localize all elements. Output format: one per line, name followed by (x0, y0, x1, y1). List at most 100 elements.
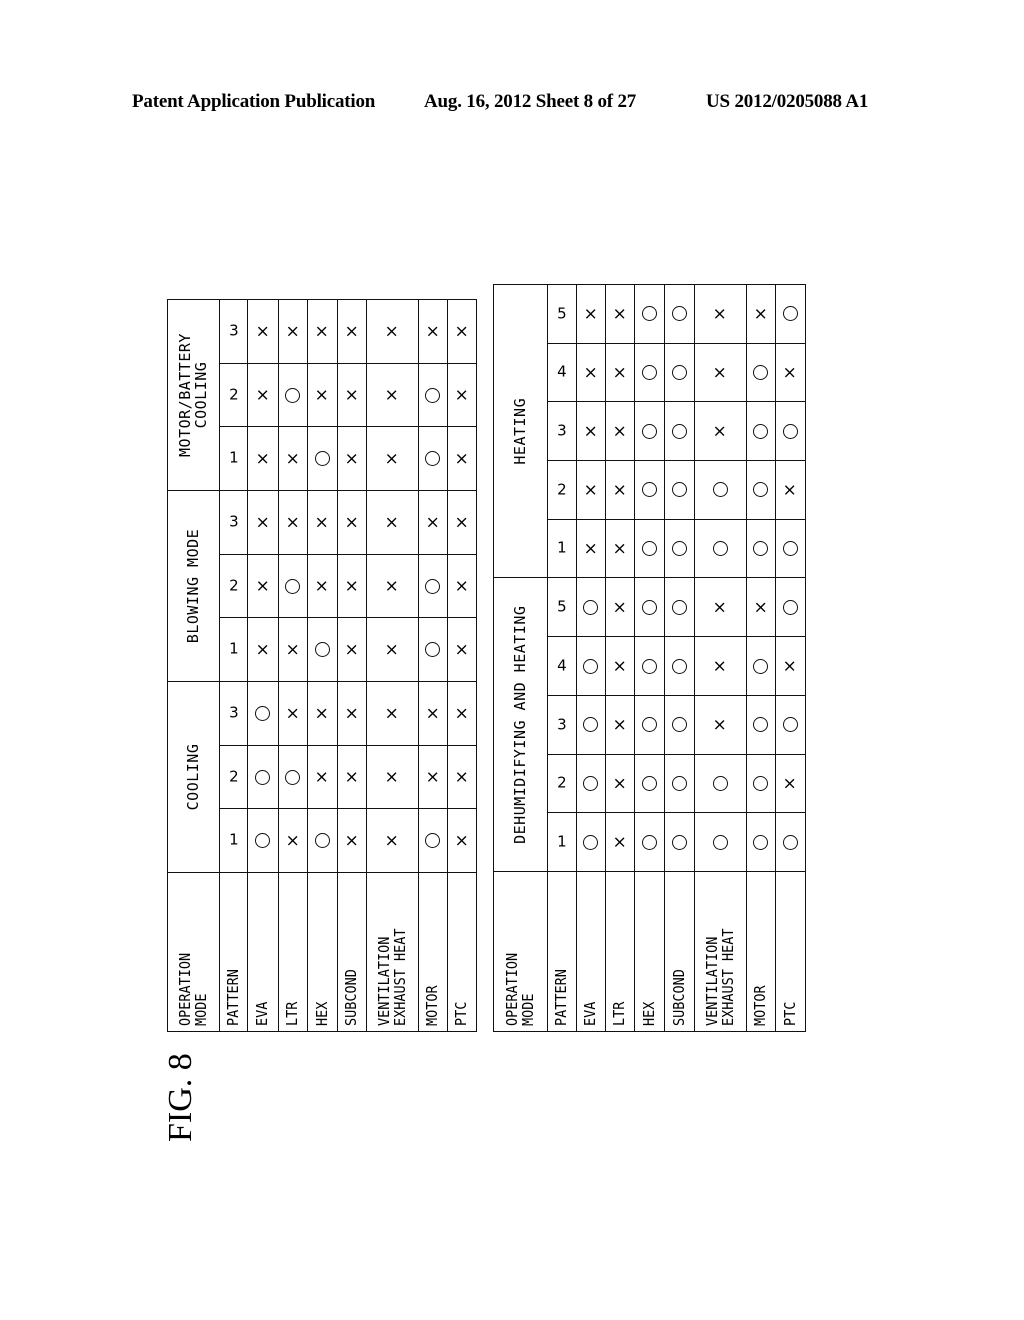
status-cell: × (447, 554, 477, 618)
status-cell: × (366, 808, 419, 873)
mode-header-blowing-mode: BLOWING MODE (167, 490, 220, 682)
off-cross-icon: × (341, 769, 362, 785)
on-circle-icon (753, 658, 769, 674)
off-cross-icon: × (451, 515, 472, 530)
status-cell: × (418, 745, 448, 809)
row-label-hex: HEX (634, 887, 665, 1032)
off-cross-icon: × (312, 387, 332, 403)
status-cell: × (307, 363, 338, 427)
on-circle-icon (671, 541, 687, 557)
status-cell: × (576, 401, 606, 461)
status-cell: × (247, 554, 279, 618)
off-cross-icon: × (451, 387, 472, 403)
on-circle-icon (285, 769, 301, 785)
off-cross-icon: × (609, 835, 630, 850)
off-cross-icon: × (710, 306, 730, 321)
status-cell: × (576, 460, 606, 520)
on-circle-icon (753, 423, 769, 439)
status-cell: × (418, 299, 448, 364)
on-circle-icon (712, 541, 728, 557)
status-cell: × (605, 812, 635, 872)
off-cross-icon: × (382, 578, 402, 594)
on-circle-icon (255, 705, 271, 721)
off-cross-icon: × (580, 424, 601, 439)
on-circle-icon (712, 775, 728, 791)
status-cell: × (576, 284, 606, 344)
off-cross-icon: × (451, 833, 472, 848)
status-cell: × (447, 490, 477, 555)
status-cell: × (694, 343, 747, 402)
on-circle-icon (641, 658, 657, 674)
status-cell (307, 808, 338, 873)
status-cell: × (775, 343, 806, 402)
on-circle-icon (782, 306, 798, 322)
table-row: EVA × × × × × × (247, 299, 279, 1032)
row-label-subcond: SUBCOND (664, 887, 695, 1032)
status-cell (576, 812, 606, 872)
status-cell (775, 401, 806, 461)
on-circle-icon (583, 658, 599, 674)
status-cell (664, 578, 695, 637)
status-cell (307, 617, 338, 682)
status-cell: × (278, 490, 308, 555)
row-label-pattern: PATTERN (547, 887, 577, 1032)
publication-type: Patent Application Publication (132, 91, 376, 112)
pattern-number: 3 (219, 299, 248, 364)
off-cross-icon: × (282, 833, 303, 848)
pattern-number: 5 (547, 578, 577, 637)
status-cell (746, 519, 776, 578)
row-label-ptc: PTC (775, 887, 806, 1032)
operation-mode-row: OPERATION MODE COOLING BLOWING MODE MOTOR/BA… (167, 299, 220, 1032)
status-cell: × (775, 754, 806, 813)
row-label-ventilation-exhaust-heat: VENTILATION EXHAUST HEAT (694, 887, 747, 1032)
pattern-number: 3 (547, 695, 577, 755)
status-cell (664, 636, 695, 696)
on-circle-icon (641, 834, 657, 850)
table-row: SUBCOND (664, 284, 695, 1032)
on-circle-icon (671, 482, 687, 498)
off-cross-icon: × (252, 324, 273, 339)
off-cross-icon: × (341, 578, 362, 594)
off-cross-icon: × (451, 578, 472, 594)
status-cell: × (307, 299, 338, 364)
mode-header-motor-battery-cooling: MOTOR/BATTERY COOLING (167, 299, 220, 491)
off-cross-icon: × (312, 706, 332, 721)
off-cross-icon: × (710, 600, 730, 615)
off-cross-icon: × (382, 706, 402, 721)
status-cell (278, 554, 308, 618)
status-cell: × (278, 808, 308, 873)
status-cell: × (337, 490, 367, 555)
status-cell (576, 695, 606, 755)
pattern-number: 1 (219, 617, 248, 682)
table-row: LTR × × × × × × (278, 299, 308, 1032)
status-cell (634, 812, 665, 872)
on-circle-icon (712, 834, 728, 850)
row-label-eva: EVA (247, 888, 279, 1032)
off-cross-icon: × (382, 833, 402, 848)
mode-header-heating: HEATING (493, 284, 548, 578)
off-cross-icon: × (609, 482, 630, 498)
status-cell (278, 363, 308, 427)
status-cell (775, 695, 806, 755)
on-circle-icon (671, 775, 687, 791)
off-cross-icon: × (312, 578, 332, 594)
publication-number: US 2012/0205088 A1 (706, 91, 869, 112)
status-cell: × (337, 617, 367, 682)
off-cross-icon: × (382, 324, 402, 339)
pattern-number: 2 (219, 554, 248, 618)
status-cell (775, 812, 806, 872)
off-cross-icon: × (282, 324, 303, 339)
on-circle-icon (671, 423, 687, 439)
on-circle-icon (583, 775, 599, 791)
on-circle-icon (425, 387, 441, 403)
off-cross-icon: × (341, 387, 362, 403)
status-cell (694, 812, 747, 872)
status-cell: × (447, 426, 477, 491)
on-circle-icon (641, 482, 657, 498)
status-cell (278, 745, 308, 809)
off-cross-icon: × (609, 541, 630, 556)
status-cell (775, 519, 806, 578)
off-cross-icon: × (580, 541, 601, 556)
off-cross-icon: × (580, 482, 601, 498)
status-cell: × (366, 299, 419, 364)
